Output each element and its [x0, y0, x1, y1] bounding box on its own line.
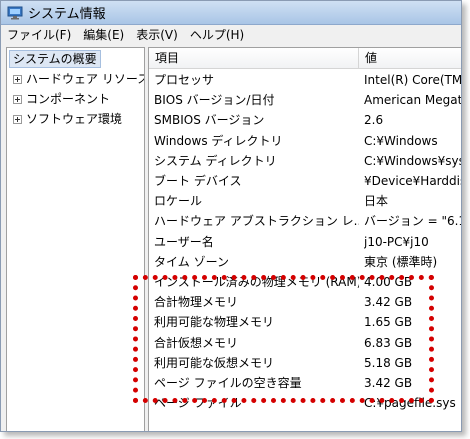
row-item: タイム ゾーン [154, 254, 229, 269]
row-item: Windows ディレクトリ [154, 133, 283, 148]
row-item: 合計仮想メモリ [154, 335, 239, 350]
row-value: C:¥Windows¥syste [364, 153, 461, 168]
table-row[interactable]: BIOS バージョン/日付 American Megatre [149, 90, 462, 110]
table-row[interactable]: 合計物理メモリ 3.42 GB [149, 292, 461, 312]
table-row[interactable]: ページ ファイルの空き容量 3.42 GB [149, 373, 461, 393]
row-value: C:¥Windows [364, 133, 438, 148]
system-info-app-icon [7, 6, 23, 20]
table-row[interactable]: ロケール 日本 [149, 191, 461, 211]
tree-item-hardware-resources[interactable]: ハードウェア リソース [13, 70, 145, 88]
row-item: インストール済みの物理メモリ (RAM) [154, 275, 359, 289]
table-row[interactable]: プロセッサ Intel(R) Core(TM) [149, 70, 462, 90]
tree-item-label: ソフトウェア環境 [26, 112, 123, 126]
expand-icon[interactable] [13, 94, 22, 104]
row-value: ¥Device¥Harddisk¥ [364, 174, 461, 188]
row-item: BIOS バージョン/日付 [154, 93, 275, 108]
row-value: 日本 [364, 194, 389, 209]
tree-item-label: ハードウェア リソース [26, 72, 145, 86]
menu-view[interactable]: 表示(V) [136, 26, 178, 43]
table-row[interactable]: 合計仮想メモリ 6.83 GB [149, 333, 461, 353]
row-item: システム ディレクトリ [154, 153, 277, 168]
row-value: Intel(R) Core(TM) [364, 73, 462, 87]
table-row[interactable]: 利用可能な物理メモリ 1.65 GB [149, 312, 461, 332]
table-row[interactable]: インストール済みの物理メモリ (RAM) 4.00 GB [149, 272, 461, 292]
tree-item-software-environment[interactable]: ソフトウェア環境 [13, 110, 122, 128]
row-value: 3.42 GB [364, 376, 413, 390]
table-row[interactable]: 利用可能な仮想メモリ 5.18 GB [149, 353, 461, 373]
row-item: 合計物理メモリ [154, 295, 239, 310]
row-item: ページ ファイル [154, 396, 242, 411]
row-item: ユーザー名 [154, 234, 214, 249]
row-item: ハードウェア アブストラクション レ... [154, 214, 359, 229]
window-title: システム情報 [28, 7, 106, 22]
row-value: バージョン = "6.1. [364, 214, 462, 229]
row-value: 6.83 GB [364, 335, 413, 350]
row-value: American Megatre [364, 93, 462, 108]
row-value: j10-PC¥j10 [364, 234, 429, 249]
menu-bar: ファイル(F) 編集(E) 表示(V) ヘルプ(H) [1, 25, 461, 44]
table-row[interactable]: Windows ディレクトリ C:¥Windows [149, 131, 461, 151]
table-row[interactable]: SMBIOS バージョン 2.6 [149, 110, 461, 130]
table-row[interactable]: システム ディレクトリ C:¥Windows¥syste [149, 151, 461, 171]
title-bar: システム情報 [1, 1, 461, 25]
table-row[interactable]: ユーザー名 j10-PC¥j10 [149, 232, 461, 252]
tree-item-label: コンポーネント [26, 92, 111, 106]
row-item: ページ ファイルの空き容量 [154, 376, 302, 390]
row-item: ロケール [154, 194, 203, 209]
tree-item-system-summary[interactable]: システムの概要 [9, 50, 101, 68]
expand-icon[interactable] [13, 114, 22, 124]
table-row[interactable]: タイム ゾーン 東京 (標準時) [149, 252, 461, 272]
row-item: 利用可能な物理メモリ [154, 315, 275, 330]
row-value: 3.42 GB [364, 295, 413, 310]
row-item: ブート デバイス [154, 174, 242, 188]
tree-item-components[interactable]: コンポーネント [13, 90, 110, 108]
details-table: 項目 値 プロセッサ Intel(R) Core(TM) BIOS バージョン/日付… [148, 47, 462, 431]
column-header-item[interactable]: 項目 [149, 48, 359, 69]
row-value: 1.65 GB [364, 315, 413, 330]
row-value: 東京 (標準時) [364, 254, 438, 269]
system-info-window: システム情報 ファイル(F) 編集(E) 表示(V) ヘルプ(H) システムの概… [0, 0, 462, 432]
menu-file[interactable]: ファイル(F) [7, 26, 71, 43]
menu-edit[interactable]: 編集(E) [83, 26, 124, 43]
table-row[interactable]: ページ ファイル C:¥pagefile.sys [149, 393, 461, 413]
row-item: 利用可能な仮想メモリ [154, 355, 275, 370]
table-row[interactable]: ハードウェア アブストラクション レ... バージョン = "6.1. [149, 211, 462, 231]
column-header-value[interactable]: 値 [359, 48, 461, 69]
row-item: SMBIOS バージョン [154, 113, 265, 128]
row-value: 5.18 GB [364, 355, 413, 370]
row-value: 4.00 GB [364, 275, 413, 289]
row-value: 2.6 [364, 113, 384, 128]
expand-icon[interactable] [13, 74, 22, 84]
category-tree: システムの概要 ハードウェア リソース コンポーネント ソフトウェア環境 [6, 47, 145, 431]
table-row[interactable]: ブート デバイス ¥Device¥Harddisk¥ [149, 171, 461, 191]
row-item: プロセッサ [154, 73, 215, 87]
menu-help[interactable]: ヘルプ(H) [190, 26, 244, 43]
row-value: C:¥pagefile.sys [364, 396, 456, 411]
